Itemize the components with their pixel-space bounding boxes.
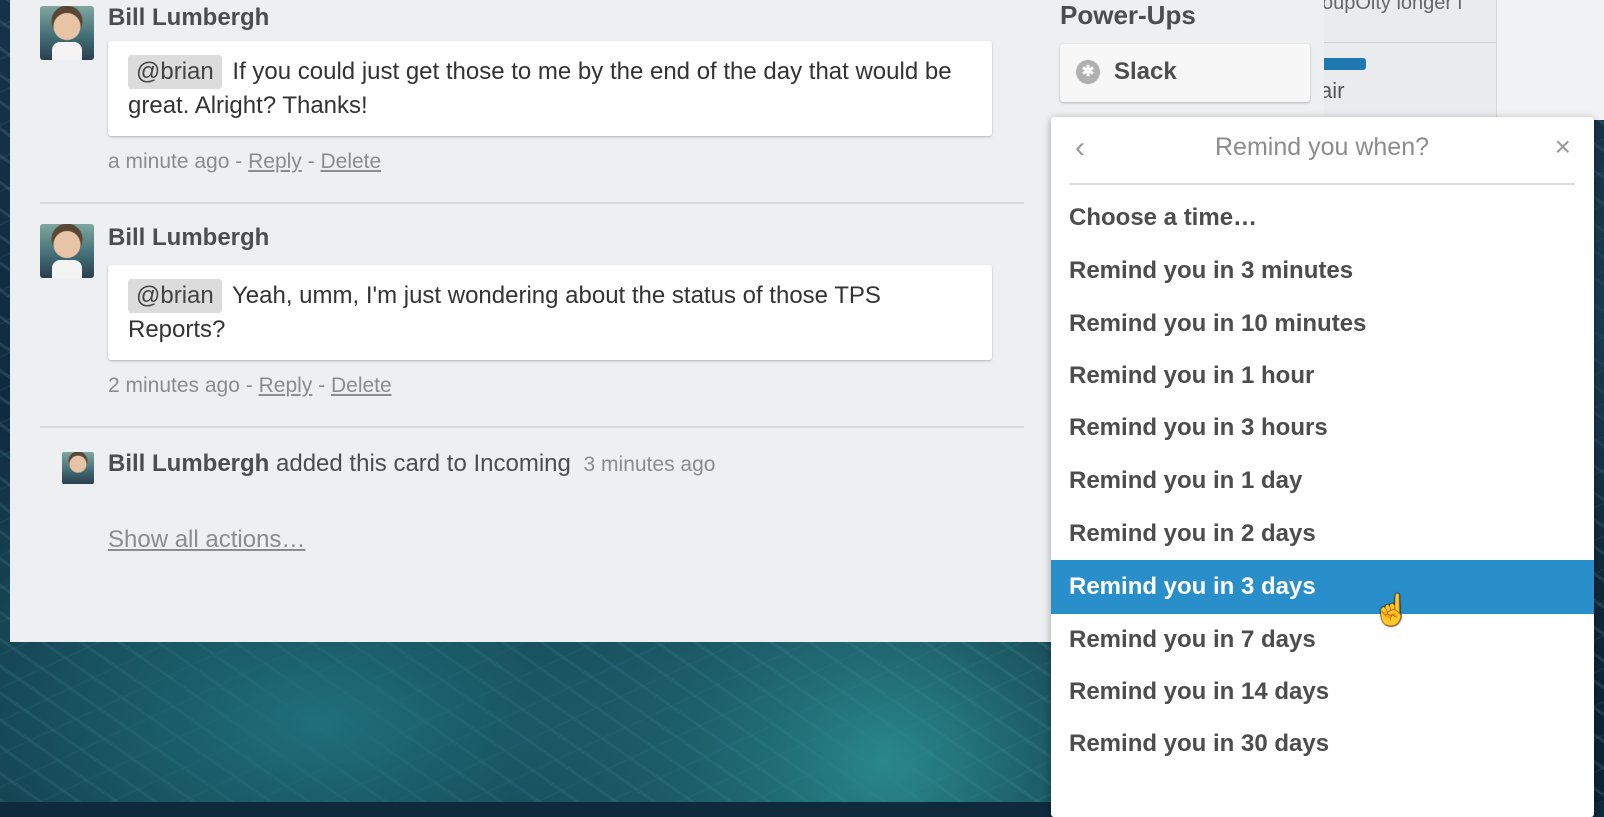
slack-button[interactable]: ✱ Slack bbox=[1060, 44, 1310, 102]
popover-title: Remind you when? bbox=[1214, 133, 1429, 161]
meta-separator: - bbox=[301, 150, 321, 173]
close-icon[interactable]: × bbox=[1555, 131, 1571, 163]
reminder-option[interactable]: Remind you in 3 days ☝ bbox=[1051, 560, 1594, 627]
meta-separator: - bbox=[239, 374, 259, 397]
comment-text: If you could just get those to me by the… bbox=[128, 58, 952, 119]
activity-description: added this card to Incoming bbox=[276, 450, 571, 477]
mention[interactable]: @brian bbox=[128, 55, 222, 89]
remind-popover: ‹ Remind you when? × Choose a time… Remin… bbox=[1051, 117, 1594, 817]
meta-separator: - bbox=[229, 150, 249, 173]
show-all-actions-link[interactable]: Show all actions… bbox=[108, 526, 305, 554]
reminder-option[interactable]: Remind you in 3 minutes bbox=[1051, 244, 1594, 298]
background-list: oupOity longer i air bbox=[1300, 0, 1604, 120]
popover-header: ‹ Remind you when? × bbox=[1069, 117, 1575, 185]
reminder-option[interactable]: Remind you in 30 days bbox=[1051, 717, 1594, 771]
background-list-column bbox=[1496, 0, 1604, 120]
powerups-title: Power-Ups bbox=[1060, 0, 1196, 30]
comment-author[interactable]: Bill Lumbergh bbox=[108, 224, 269, 252]
comment-divider bbox=[40, 202, 1024, 204]
reminder-option[interactable]: Remind you in 1 day bbox=[1051, 454, 1594, 508]
comment-body[interactable]: @brian Yeah, umm, I'm just wondering abo… bbox=[108, 265, 992, 360]
avatar[interactable] bbox=[62, 452, 94, 484]
reminder-option[interactable]: Remind you in 1 hour bbox=[1051, 349, 1594, 403]
avatar[interactable] bbox=[40, 6, 94, 60]
comment-divider bbox=[40, 426, 1024, 428]
reminder-option[interactable]: Remind you in 10 minutes bbox=[1051, 297, 1594, 351]
reminder-option[interactable]: Remind you in 3 hours bbox=[1051, 401, 1594, 455]
delete-link[interactable]: Delete bbox=[320, 150, 381, 173]
mention[interactable]: @brian bbox=[128, 279, 222, 313]
choose-time-option[interactable]: Choose a time… bbox=[1051, 191, 1594, 245]
label-bar bbox=[1322, 58, 1366, 70]
background-card-text: oupOity longer i bbox=[1322, 0, 1463, 14]
comment-meta: a minute ago - Reply - Delete bbox=[108, 150, 381, 174]
activity-author[interactable]: Bill Lumbergh bbox=[108, 450, 269, 477]
comment-time: a minute ago bbox=[108, 150, 230, 173]
delete-link[interactable]: Delete bbox=[331, 374, 392, 397]
reply-link[interactable]: Reply bbox=[259, 374, 313, 397]
slack-icon: ✱ bbox=[1076, 60, 1100, 84]
comment-body[interactable]: @brian If you could just get those to me… bbox=[108, 41, 992, 136]
comment-author[interactable]: Bill Lumbergh bbox=[108, 4, 269, 32]
slack-label: Slack bbox=[1114, 58, 1177, 85]
meta-separator: - bbox=[312, 374, 331, 397]
comment-meta: 2 minutes ago - Reply - Delete bbox=[108, 374, 392, 398]
avatar[interactable] bbox=[40, 224, 94, 278]
activity-time: 3 minutes ago bbox=[583, 453, 716, 476]
activity-text: Bill Lumbergh added this card to Incomin… bbox=[108, 450, 715, 478]
reminder-option[interactable]: Remind you in 7 days bbox=[1051, 613, 1594, 667]
comment-time: 2 minutes ago bbox=[108, 374, 240, 397]
reply-link[interactable]: Reply bbox=[248, 150, 302, 173]
reminder-option[interactable]: Remind you in 2 days bbox=[1051, 507, 1594, 561]
comment-text: Yeah, umm, I'm just wondering about the … bbox=[128, 282, 881, 343]
reminder-option[interactable]: Remind you in 14 days bbox=[1051, 665, 1594, 719]
